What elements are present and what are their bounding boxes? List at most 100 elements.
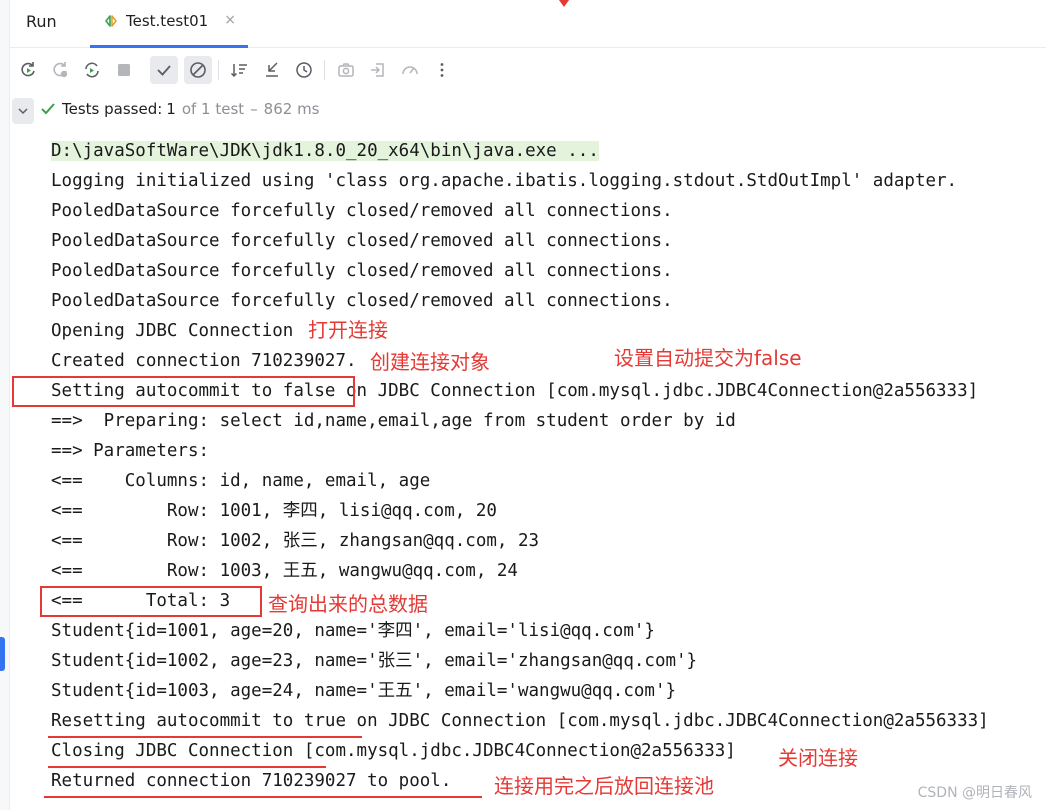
console-line-text: PooledDataSource forcefully closed/remov… — [51, 291, 673, 311]
watermark: CSDN @明日春风 — [917, 785, 1032, 801]
toolbar-separator — [218, 60, 219, 80]
check-icon — [157, 65, 171, 76]
screenshot-button[interactable] — [332, 56, 360, 84]
coverage-button[interactable] — [396, 56, 424, 84]
console-line-text: <== Columns: id, name, email, age — [51, 471, 431, 491]
rerun-failed-button[interactable] — [46, 56, 74, 84]
status-passed-count: 1 — [166, 100, 176, 118]
tab-test-label: Test.test01 — [126, 12, 209, 30]
console-line: <== Row: 1001, 李四, lisi@qq.com, 20 — [51, 496, 497, 526]
status-total: of 1 test — [181, 100, 245, 118]
console-line-text: ==> Preparing: select id,name,email,age … — [51, 411, 736, 431]
annotation-underline-reset — [48, 736, 362, 738]
annotation-return-pool: 连接用完之后放回连接池 — [494, 774, 714, 798]
console-line-text: Student{id=1002, age=23, name='张三', emai… — [51, 651, 698, 671]
import-button[interactable] — [364, 56, 392, 84]
import-icon — [371, 63, 384, 77]
console-line: <== Columns: id, name, email, age — [51, 466, 430, 496]
console-line-text: Closing JDBC Connection [com.mysql.jdbc.… — [51, 741, 736, 761]
show-ignored-button[interactable] — [184, 56, 212, 84]
console-line: Student{id=1003, age=24, name='王五', emai… — [51, 676, 676, 706]
console-line-text: PooledDataSource forcefully closed/remov… — [51, 201, 673, 221]
console-line-text[interactable]: D:\javaSoftWare\JDK\jdk1.8.0_20_x64\bin\… — [51, 141, 599, 161]
toggle-auto-test-icon — [85, 62, 99, 78]
status-label: Tests passed: — [62, 100, 163, 118]
run-toolbar — [10, 52, 1046, 90]
annotation-open-connection: 打开连接 — [308, 318, 388, 342]
left-gutter — [0, 0, 10, 810]
console-line: PooledDataSource forcefully closed/remov… — [51, 196, 673, 226]
test-diamond-icon — [105, 15, 117, 27]
console-line: PooledDataSource forcefully closed/remov… — [51, 226, 673, 256]
console-line-text: Returned connection 710239027 to pool. — [51, 771, 452, 791]
sort-button[interactable] — [226, 56, 254, 84]
console-line: Resetting autocommit to true on JDBC Con… — [51, 706, 989, 736]
status-duration: 862 ms — [263, 100, 320, 118]
collapse-all-icon — [266, 62, 278, 77]
annotation-underline-closing — [48, 766, 326, 768]
console-line: Student{id=1001, age=20, name='李四', emai… — [51, 616, 655, 646]
toolbar-separator — [324, 60, 325, 80]
console-line: PooledDataSource forcefully closed/remov… — [51, 256, 673, 286]
console-line-text: <== Row: 1001, 李四, lisi@qq.com, 20 — [51, 501, 497, 521]
rerun-button[interactable] — [14, 56, 42, 84]
show-passed-button[interactable] — [150, 56, 178, 84]
breakpoint-marker-icon — [559, 0, 569, 7]
console-line: Closing JDBC Connection [com.mysql.jdbc.… — [51, 736, 736, 766]
rerun-failed-icon — [53, 62, 68, 78]
history-button[interactable] — [290, 56, 318, 84]
camera-icon — [338, 63, 354, 77]
console-line-text: Resetting autocommit to true on JDBC Con… — [51, 711, 989, 731]
console-line: Created connection 710239027. — [51, 346, 357, 376]
console-line: D:\javaSoftWare\JDK\jdk1.8.0_20_x64\bin\… — [51, 136, 599, 166]
gutter-marker — [0, 637, 5, 671]
chevron-down-icon — [18, 108, 28, 115]
status-dash: – — [250, 100, 258, 118]
tab-close-icon[interactable]: × — [224, 12, 236, 28]
console-line: ==> Preparing: select id,name,email,age … — [51, 406, 736, 436]
history-icon — [296, 62, 312, 78]
console-line-text: <== Row: 1003, 王五, wangwu@qq.com, 24 — [51, 561, 518, 581]
annotation-close-connection: 关闭连接 — [778, 746, 858, 770]
toggle-auto-test-button[interactable] — [78, 56, 106, 84]
gauge-icon — [402, 66, 418, 75]
console-line-text: Created connection 710239027. — [51, 351, 357, 371]
tests-passed-summary: Tests passed: 1 of 1 test – 862 ms — [40, 100, 320, 118]
test-status-row: Tests passed: 1 of 1 test – 862 ms — [10, 94, 1046, 126]
annotation-underline-returned — [44, 796, 482, 798]
console-line-text: <== Row: 1002, 张三, zhangsan@qq.com, 23 — [51, 531, 540, 551]
sort-icon — [230, 64, 247, 78]
annotation-create-object: 创建连接对象 — [370, 350, 490, 374]
passed-check-icon — [41, 103, 55, 115]
console-line-text: PooledDataSource forcefully closed/remov… — [51, 261, 673, 281]
annotation-box-autocommit-false — [12, 376, 355, 407]
ignored-icon — [190, 62, 206, 78]
annotation-box-total — [40, 586, 262, 617]
annotation-set-autocommit: 设置自动提交为false — [614, 346, 802, 370]
collapse-all-button[interactable] — [258, 56, 286, 84]
console-line-text: PooledDataSource forcefully closed/remov… — [51, 231, 673, 251]
more-button[interactable] — [428, 56, 456, 84]
console-line: <== Row: 1002, 张三, zhangsan@qq.com, 23 — [51, 526, 539, 556]
annotation-total-data: 查询出来的总数据 — [268, 592, 428, 616]
console-line: Opening JDBC Connection — [51, 316, 293, 346]
console-line-text: Logging initialized using 'class org.apa… — [51, 171, 958, 191]
tab-run[interactable]: Run — [26, 12, 57, 31]
console-line: Returned connection 710239027 to pool. — [51, 766, 451, 796]
console-line: <== Row: 1003, 王五, wangwu@qq.com, 24 — [51, 556, 518, 586]
stop-icon — [118, 64, 130, 76]
tab-bar: Run Test.test01 × — [10, 0, 1046, 48]
console-line-text: Student{id=1003, age=24, name='王五', emai… — [51, 681, 677, 701]
console-line-text: ==> Parameters: — [51, 441, 220, 461]
console-line: PooledDataSource forcefully closed/remov… — [51, 286, 673, 316]
rerun-icon — [21, 62, 35, 77]
more-icon — [440, 63, 444, 77]
stop-button[interactable] — [110, 56, 138, 84]
tab-test-test01[interactable]: Test.test01 × — [90, 0, 248, 48]
console-line: ==> Parameters: — [51, 436, 220, 466]
console-line-text: Opening JDBC Connection — [51, 321, 294, 341]
collapse-tree-button[interactable] — [12, 98, 34, 124]
console-line: Logging initialized using 'class org.apa… — [51, 166, 957, 196]
console-line-text: Student{id=1001, age=20, name='李四', emai… — [51, 621, 655, 641]
console-line: Student{id=1002, age=23, name='张三', emai… — [51, 646, 697, 676]
